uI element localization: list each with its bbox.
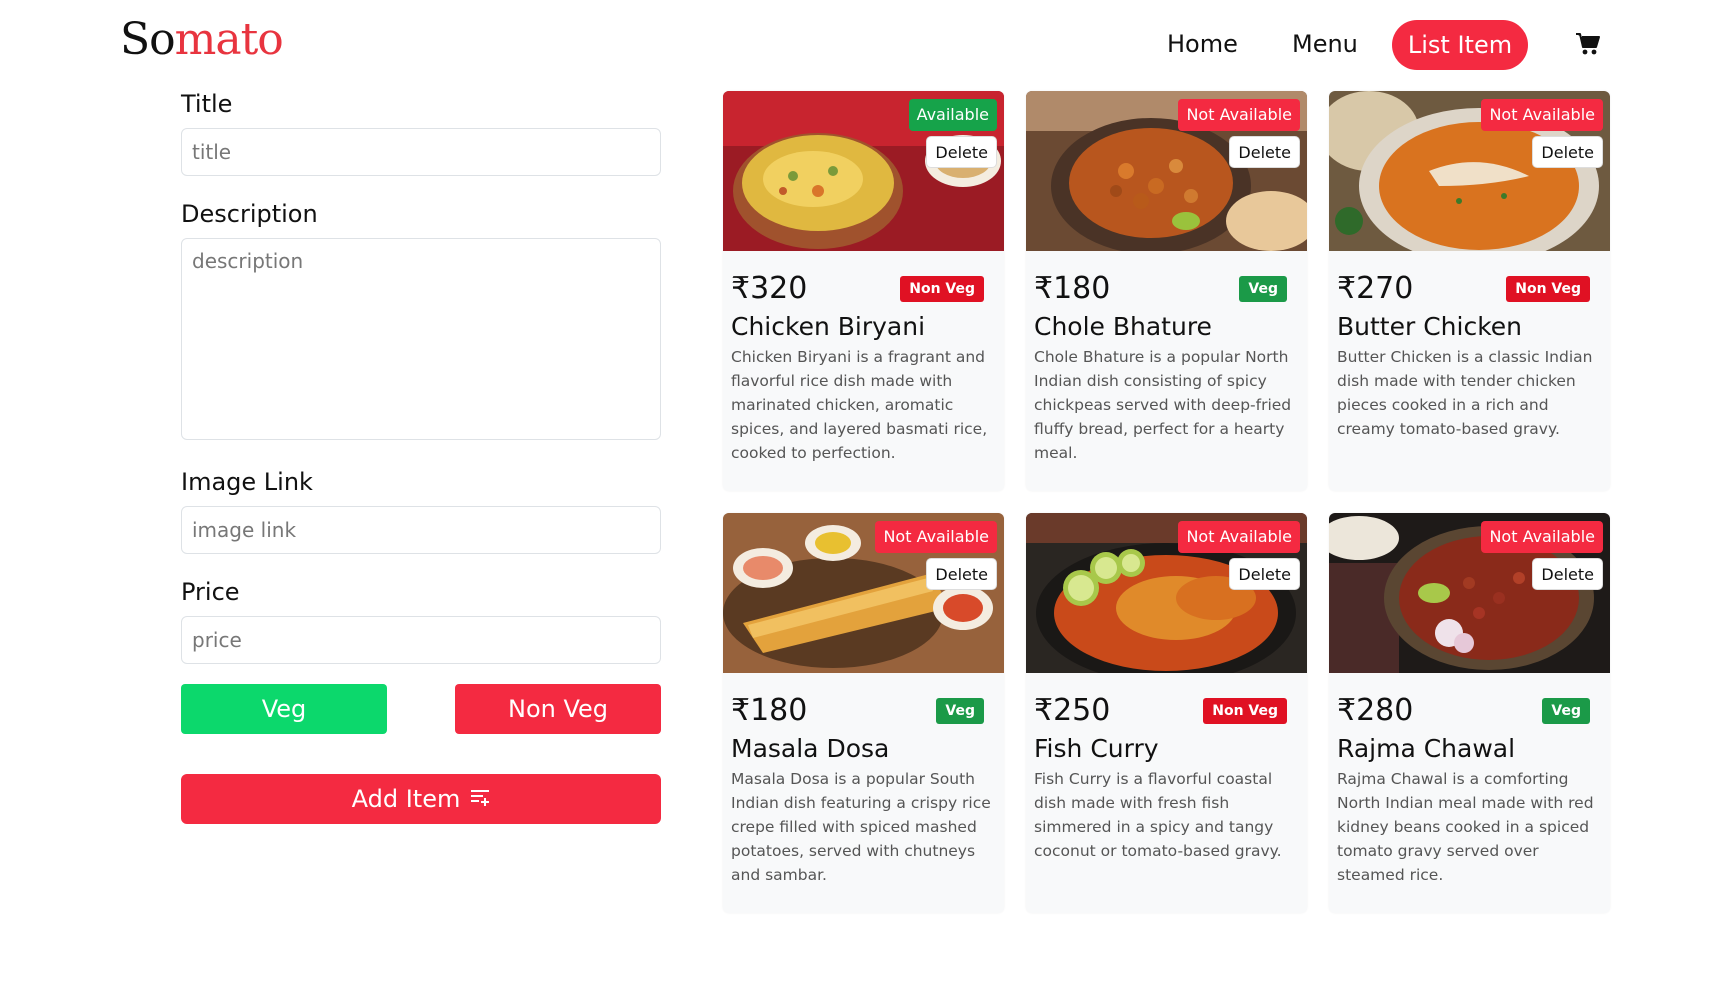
food-type-badge: Non Veg	[1506, 276, 1590, 302]
description-textarea[interactable]	[181, 238, 661, 440]
item-name: Fish Curry	[1034, 734, 1159, 763]
logo-accent: mato	[174, 14, 284, 65]
add-item-label: Add Item	[351, 785, 461, 813]
food-image: Not Available Delete	[1026, 513, 1307, 673]
add-item-button[interactable]: Add Item	[181, 774, 661, 824]
delete-button[interactable]: Delete	[926, 558, 997, 590]
brand-logo[interactable]: Somato	[120, 14, 284, 65]
item-description: Rajma Chawal is a comforting North India…	[1337, 770, 1594, 884]
item-name: Masala Dosa	[731, 734, 890, 763]
item-name: Chole Bhature	[1034, 312, 1212, 341]
availability-badge[interactable]: Not Available	[1178, 521, 1300, 553]
delete-button[interactable]: Delete	[926, 136, 997, 168]
food-type-badge: Non Veg	[1203, 698, 1287, 724]
availability-badge[interactable]: Not Available	[875, 521, 997, 553]
food-image: Not Available Delete	[1329, 91, 1610, 251]
delete-button[interactable]: Delete	[1229, 136, 1300, 168]
food-type-badge: Veg	[1239, 276, 1287, 302]
image-link-label: Image Link	[181, 468, 313, 496]
food-type-badge: Veg	[1542, 698, 1590, 724]
item-description: Fish Curry is a flavorful coastal dish m…	[1034, 770, 1282, 860]
price-input[interactable]	[181, 616, 661, 664]
type-toggle: Veg Non Veg	[181, 684, 661, 734]
food-image: Not Available Delete	[723, 513, 1004, 673]
availability-badge[interactable]: Available	[908, 99, 997, 131]
price-label: Price	[181, 578, 240, 606]
menu-card: Not Available Delete ₹280 Veg Rajma Chaw…	[1329, 513, 1610, 913]
menu-card: Not Available Delete ₹180 Veg Masala Dos…	[723, 513, 1004, 913]
food-image: Not Available Delete	[1026, 91, 1307, 251]
list-add-icon	[470, 785, 490, 813]
title-label: Title	[181, 90, 233, 118]
navbar: Home Menu List Item	[1107, 18, 1727, 70]
item-name: Butter Chicken	[1337, 312, 1523, 341]
food-image: Available Delete	[723, 91, 1004, 251]
menu-card: Not Available Delete ₹270 Non Veg Butter…	[1329, 91, 1610, 491]
menu-card: Not Available Delete ₹250 Non Veg Fish C…	[1026, 513, 1307, 913]
availability-badge[interactable]: Not Available	[1178, 99, 1300, 131]
nav-home-link[interactable]: Home	[1167, 30, 1238, 58]
item-description: Butter Chicken is a classic Indian dish …	[1337, 348, 1593, 438]
delete-button[interactable]: Delete	[1532, 558, 1603, 590]
nav-menu-link[interactable]: Menu	[1292, 30, 1358, 58]
nonveg-button[interactable]: Non Veg	[455, 684, 661, 734]
availability-badge[interactable]: Not Available	[1481, 521, 1603, 553]
item-description: Chicken Biryani is a fragrant and flavor…	[731, 348, 988, 462]
add-item-form: Title Description Image Link Price Veg N…	[181, 90, 661, 824]
item-name: Rajma Chawal	[1337, 734, 1516, 763]
list-item-button[interactable]: List Item	[1392, 20, 1528, 70]
food-image: Not Available Delete	[1329, 513, 1610, 673]
item-description: Masala Dosa is a popular South Indian di…	[731, 770, 991, 884]
cart-icon[interactable]	[1575, 32, 1601, 56]
description-label: Description	[181, 200, 318, 228]
delete-button[interactable]: Delete	[1229, 558, 1300, 590]
food-type-badge: Non Veg	[900, 276, 984, 302]
item-name: Chicken Biryani	[731, 312, 926, 341]
menu-grid: Available Delete ₹320 Non Veg Chicken Bi…	[723, 91, 1612, 921]
item-description: Chole Bhature is a popular North Indian …	[1034, 348, 1292, 462]
food-type-badge: Veg	[936, 698, 984, 724]
veg-button[interactable]: Veg	[181, 684, 387, 734]
menu-card: Not Available Delete ₹180 Veg Chole Bhat…	[1026, 91, 1307, 491]
image-link-input[interactable]	[181, 506, 661, 554]
title-input[interactable]	[181, 128, 661, 176]
logo-main: So	[120, 14, 176, 65]
delete-button[interactable]: Delete	[1532, 136, 1603, 168]
availability-badge[interactable]: Not Available	[1481, 99, 1603, 131]
menu-card: Available Delete ₹320 Non Veg Chicken Bi…	[723, 91, 1004, 491]
